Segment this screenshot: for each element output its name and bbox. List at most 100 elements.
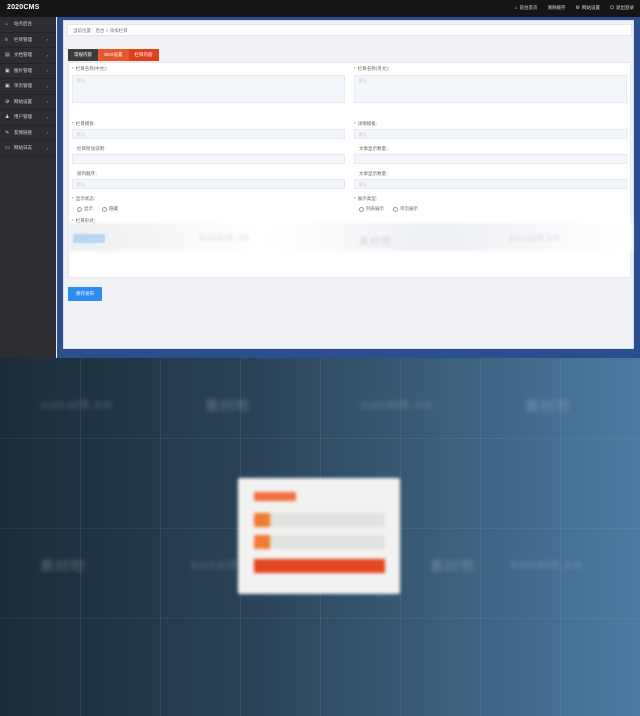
input-placeholder: 默认 [359,78,367,83]
chevron-right-icon: › [46,83,48,89]
column-form: * 栏目名称(中文)： * 栏目名称(英文)： 默认 默认 * 栏目模板： * 详情模板… [68,62,632,278]
alias-input[interactable] [72,154,345,164]
sidebar-item-columns[interactable]: ≡ 栏目管理 › [0,33,56,48]
sort-label: 排列顺序： [77,171,100,176]
radio-show[interactable]: 显示 [77,206,93,212]
username-field[interactable] [254,513,385,527]
login-button[interactable] [254,559,385,573]
topnav-front-home[interactable]: ⌂ 前台首页 [515,5,538,11]
radio-circle-icon [359,206,364,212]
display-status-label: * 显示状态： [72,196,98,202]
tab-general[interactable]: 常规内容 [68,49,98,61]
radio-single[interactable]: 单页展示 [393,206,418,212]
sidebar-item-label: 栏目管理 [14,36,32,42]
watermark: 素材吧 [430,558,475,574]
required-mark: * [72,121,74,126]
input-placeholder: 默认 [359,132,367,137]
radio-label: 列表展示 [366,206,384,211]
watermark: sucai8.cn [199,233,251,244]
sidebar-item-label: 文档管理 [14,52,32,58]
sidebar: ⌂ 站点后台 ≡ 栏目管理 › ▤ 文档管理 › ▣ 图片管理 › ▣ 单页管理 › ⚙ 网站设置 ›… [0,17,56,358]
image-icon: ▣ [5,83,10,90]
sidebar-item-label: 图片管理 [14,67,32,73]
radio-list[interactable]: 列表展示 [359,206,384,212]
watermark: sucai8.cn [40,396,113,412]
top-bar: 2020CMS ⌂ 前台首页 清除缓存 ⚙ 网站设置 ⏻ 退出登录 [0,0,640,17]
chevron-right-icon: › [46,99,48,105]
grid-line [0,618,640,619]
user-icon: ♟ [5,114,10,121]
sidebar-item-settings[interactable]: ⚙ 网站设置 › [0,95,56,110]
sidebar-item-logs[interactable]: ▭ 网站日志 › [0,141,56,157]
content-frame: 当前位置：后台 > 添加栏目 常规内容 SEO设置 栏目内容 * 栏目名称(中文)… [57,17,640,358]
sidebar-item-documents[interactable]: ▤ 文档管理 › [0,48,56,64]
sidebar-item-dashboard[interactable]: ⌂ 站点后台 [0,17,56,33]
watermark: 素材吧 [525,398,570,414]
label-text: 显示状态： [75,196,99,201]
gear-icon: ⚙ [5,98,10,105]
template-input[interactable]: 默认 [72,129,345,139]
topnav-logout[interactable]: ⏻ 退出登录 [610,5,634,11]
per-page2-input[interactable]: 默认 [354,179,627,189]
image-icon: ▣ [5,67,10,74]
radio-circle-icon [393,206,398,212]
sidebar-item-links[interactable]: ✎ 友情链接 › [0,126,56,141]
input-placeholder: 默认 [77,132,85,137]
main-panel: 当前位置：后台 > 添加栏目 常规内容 SEO设置 栏目内容 * 栏目名称(中文)… [63,20,634,349]
watermark: sucai8.cn [509,233,561,244]
file-icon: ▤ [5,52,10,59]
label-text: 展示类型： [357,196,381,201]
app-logo: 2020CMS [7,4,40,11]
alias-label: 栏目附加说明： [77,146,109,151]
tab-content[interactable]: 栏目内容 [128,49,159,61]
column-name-label: * 栏目名称(中文)： [72,66,110,72]
label-text: 详情模板： [357,121,381,126]
top-nav: ⌂ 前台首页 清除缓存 ⚙ 网站设置 ⏻ 退出登录 [515,5,634,11]
column-name-en-label: * 栏目名称(英文)： [354,66,392,72]
tab-seo[interactable]: SEO设置 [98,49,129,61]
grid-line [160,358,161,716]
label-text: 栏目模板： [75,121,99,126]
breadcrumb: 当前位置：后台 > 添加栏目 [67,24,632,36]
column-name-input[interactable]: 默认 [72,75,345,103]
radio-circle-icon [102,206,107,212]
power-icon: ⏻ [610,5,614,11]
topnav-site-settings[interactable]: ⚙ 网站设置 [576,5,600,11]
required-mark: * [354,66,356,71]
topnav-label: 退出登录 [616,5,634,10]
radio-label: 单页展示 [400,206,418,211]
watermark: 素材吧 [40,558,85,574]
per-page-label: 文章显示数量： [359,146,391,151]
user-icon [254,513,270,527]
wrench-icon: ✎ [5,129,10,136]
radio-hide[interactable]: 隐藏 [102,206,118,212]
detail-template-input[interactable]: 默认 [354,129,627,139]
home-icon: ⌂ [5,21,9,28]
chevron-right-icon: › [46,52,48,58]
topnav-label: 清除缓存 [547,5,566,10]
sort-input[interactable]: 默认 [72,179,345,189]
sidebar-item-pages[interactable]: ▣ 单页管理 › [0,79,56,95]
sidebar-item-images[interactable]: ▣ 图片管理 › [0,64,56,79]
login-title [254,492,296,501]
chevron-right-icon: › [46,37,48,43]
save-publish-button[interactable]: 保存发布 [68,287,102,301]
required-mark: * [72,196,74,201]
display-status-radios: 显示 隐藏 [77,206,118,212]
login-box [238,478,400,594]
chevron-right-icon: › [46,68,48,74]
admin-screenshot: 2020CMS ⌂ 前台首页 清除缓存 ⚙ 网站设置 ⏻ 退出登录 ⌂ 站点后台 ≡ 栏目… [0,0,640,358]
per-page-input[interactable] [354,154,627,164]
watermark: sucai8.cn [510,556,583,572]
sidebar-item-label: 网站日志 [14,145,32,151]
watermark: 素材吧 [205,398,250,414]
sidebar-item-users[interactable]: ♟ 用户管理 › [0,110,56,126]
detail-template-label: * 详情模板： [354,121,380,127]
password-field[interactable] [254,535,385,549]
topnav-clear-cache[interactable]: 清除缓存 [548,5,566,11]
column-name-en-input[interactable]: 默认 [354,75,627,103]
display-type-radios: 列表展示 单页展示 [359,206,418,212]
upload-button[interactable] [73,234,105,243]
radio-label: 隐藏 [109,206,118,211]
sidebar-item-label: 网站设置 [14,98,32,104]
